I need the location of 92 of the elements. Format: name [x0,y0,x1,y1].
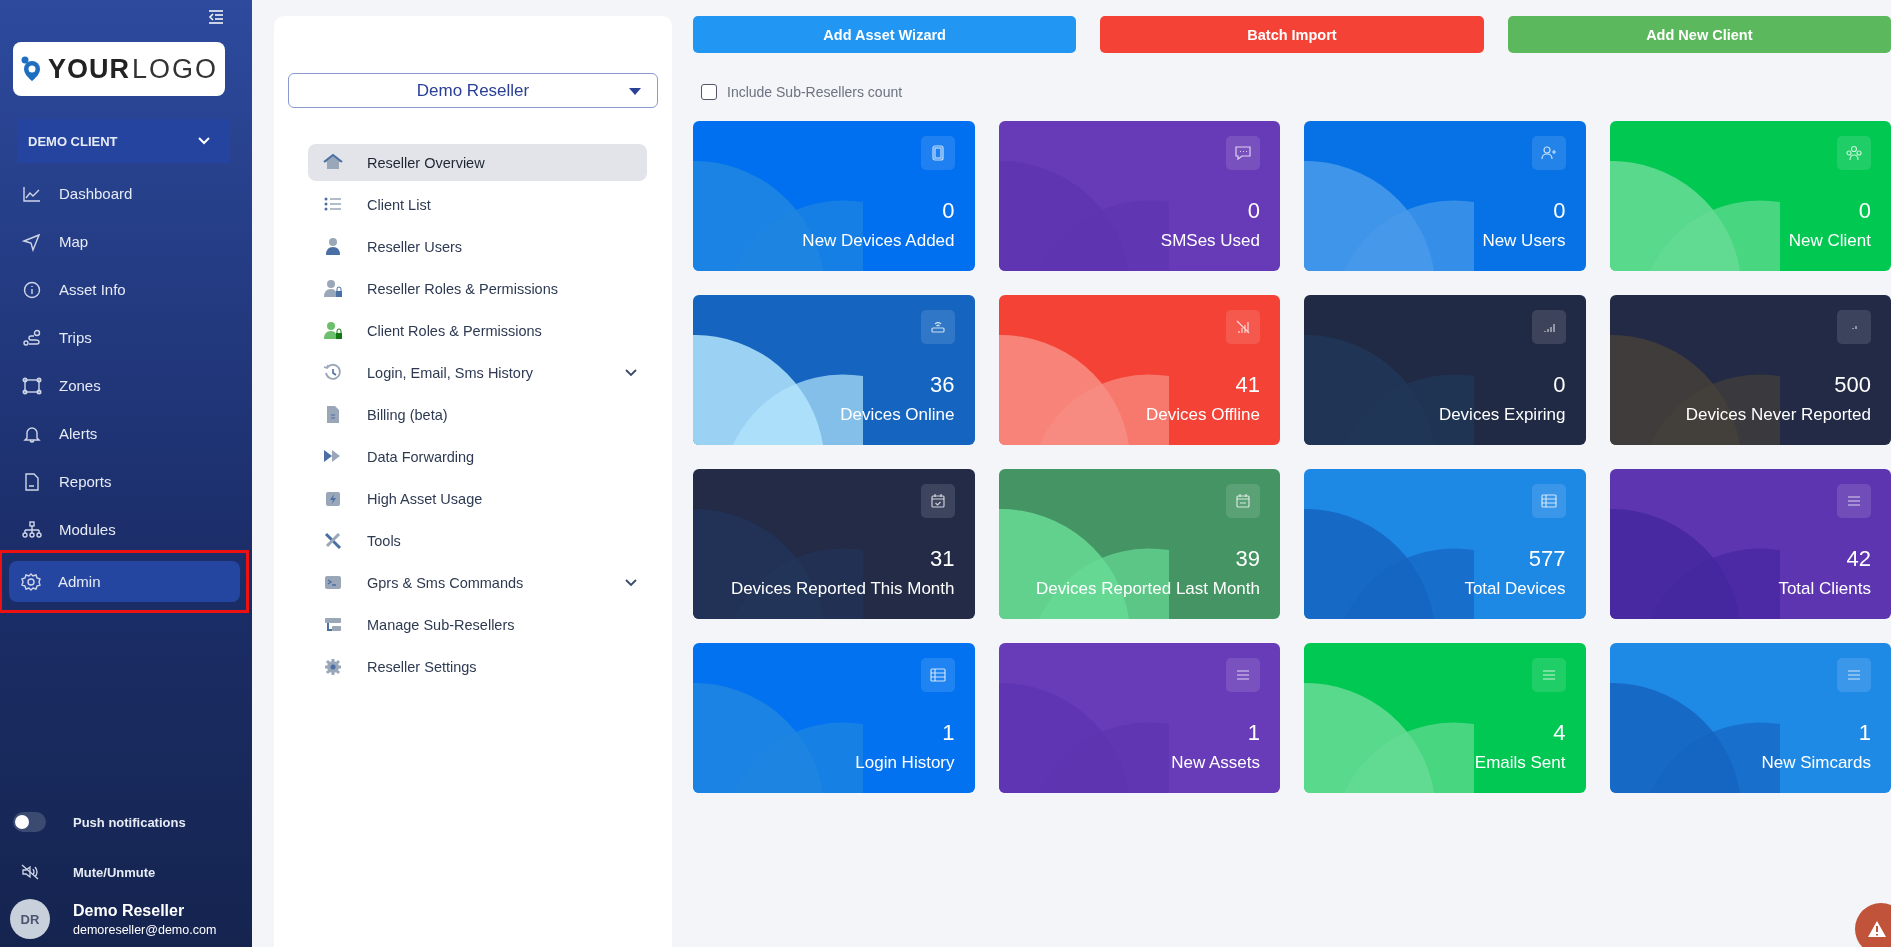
logo: YOUR LOGO [13,42,225,96]
speaker-muted-icon[interactable] [20,864,40,880]
sidebar-item[interactable]: Alerts [10,413,236,454]
sidebar-item[interactable]: Dashboard [10,173,236,214]
menu-item[interactable]: Manage Sub-Resellers [308,606,647,643]
menu-item[interactable]: Client List [308,186,647,223]
stat-label: New Users [1482,231,1566,251]
menu-item[interactable]: Login, Email, Sms History [308,354,647,391]
settings-icon [323,656,343,677]
stat-value: 1 [1858,720,1871,746]
user-avatar: DR [10,899,50,939]
stat-label: New Devices Added [802,231,955,251]
users-icon [1845,144,1863,162]
user-lock-icon [323,320,343,341]
sidebar-item[interactable]: Modules [10,509,236,550]
sitemap-icon [22,519,42,540]
chat-icon [1234,144,1252,162]
client-select[interactable]: DEMO CLIENT [17,119,230,163]
stat-value: 1 [942,720,955,746]
table-icon [928,666,947,684]
stat-value: 0 [942,198,955,224]
stat-value: 36 [930,372,955,398]
stat-value: 0 [1247,198,1260,224]
stat-label: Login History [855,753,955,773]
caret-down-icon [629,88,641,95]
push-notifications-label: Push notifications [73,814,186,830]
stat-value: 41 [1235,372,1260,398]
history-icon [323,362,343,383]
sidebar-item[interactable]: Zones [10,365,236,406]
signal-icon [1851,324,1857,330]
reseller-select[interactable]: Demo Reseller [288,73,658,108]
sidebar-item[interactable]: Admin [9,561,240,602]
menu-item[interactable]: Reseller Users [308,228,647,265]
checkbox[interactable] [701,84,717,100]
menu-item[interactable]: Client Roles & Permissions [308,312,647,349]
mute-label[interactable]: Mute/Unmute [73,864,156,880]
include-sub-resellers-label: Include Sub-Resellers count [727,84,903,100]
warning-icon [1867,920,1887,938]
menu-item[interactable]: Gprs & Sms Commands [308,564,647,601]
stat-label: Devices Reported This Month [730,579,955,599]
menu-item[interactable]: High Asset Usage [308,480,647,517]
navigation-arrow-icon [22,231,42,252]
user-name: Demo Reseller [73,901,186,920]
zone-icon [22,375,42,396]
stat-label: Devices Offline [1146,405,1260,425]
settings-icon [21,571,41,592]
stat-value: 1 [1247,720,1260,746]
stat-value: 31 [930,546,955,572]
stat-label: New Client [1788,231,1871,251]
stat-value: 39 [1235,546,1260,572]
menu-item[interactable]: Tools [308,522,647,559]
stat-value: 577 [1528,546,1566,572]
user-lock-icon [323,278,343,299]
user-plus-icon [1539,144,1558,162]
route-icon [22,327,42,348]
stat-label: Devices Online [840,405,955,425]
chevron-down-icon [198,137,210,145]
calendar-check-icon [928,492,947,510]
sidebar-item[interactable]: Trips [10,317,236,358]
document-icon [22,471,42,492]
stat-value: 0 [1858,198,1871,224]
stat-label: Devices Never Reported [1685,405,1871,425]
menu-item[interactable]: Data Forwarding [308,438,647,475]
stat-label: Total Devices [1464,579,1566,599]
menu-item[interactable]: Reseller Settings [308,648,647,685]
signal-off-icon [1234,318,1252,336]
info-icon [22,279,42,300]
sidebar-item[interactable]: Asset Info [10,269,236,310]
sidebar-item[interactable]: Reports [10,461,236,502]
action-button[interactable]: Batch Import [1100,16,1484,53]
toggle-switch[interactable] [13,812,46,832]
stat-label: New Assets [1171,753,1260,773]
menu-item[interactable]: Reseller Overview [308,144,647,181]
user-email: demoreseller@demo.com [73,922,217,937]
user-icon [323,236,343,257]
stat-value: 0 [1553,372,1566,398]
menu-item[interactable]: Reseller Roles & Permissions [308,270,647,307]
table-icon [1539,492,1558,510]
collapse-menu-icon[interactable] [208,10,224,24]
stat-label: Devices Expiring [1438,405,1566,425]
stat-label: Total Clients [1778,579,1871,599]
stat-value: 500 [1834,372,1871,398]
menu-item[interactable]: Billing (beta) [308,396,647,433]
stat-value: 42 [1846,546,1871,572]
calendar-icon [1234,492,1252,510]
stat-value: 4 [1553,720,1566,746]
stat-label: Emails Sent [1474,753,1566,773]
sidebar-item[interactable]: Map [10,221,236,262]
stat-label: New Simcards [1761,753,1871,773]
stat-value: 0 [1553,198,1566,224]
stat-label: SMSes Used [1160,231,1260,251]
stat-label: Devices Reported Last Month [1036,579,1260,599]
